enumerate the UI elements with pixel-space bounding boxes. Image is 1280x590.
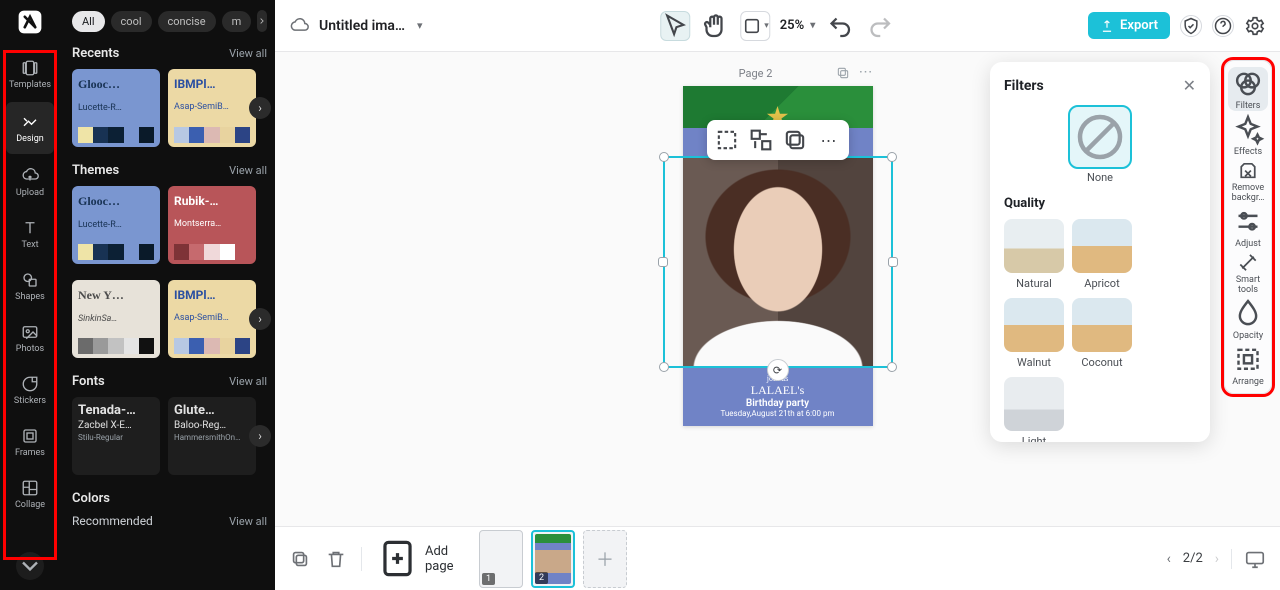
shield-icon[interactable] (1180, 15, 1202, 37)
font-card-2[interactable]: Glute… Baloo-Reg… HammersmithOn… (168, 397, 256, 475)
selected-photo[interactable]: ⟳ (683, 156, 873, 368)
chip-cool[interactable]: cool (111, 11, 152, 32)
filters-panel: Filters ✕ None Quality Natural Apricot W… (990, 62, 1210, 442)
app-logo[interactable] (16, 8, 44, 36)
theme-card-1[interactable]: Glooc… Lucette-R… (72, 186, 160, 264)
theme-card-4[interactable]: IBMPl… Asap-SemiB… (168, 280, 256, 358)
recent-card-2[interactable]: IBMPl… Asap-SemiB… (168, 69, 256, 147)
main-area: Untitled ima… ▾ ▾ 25%▾ Export (275, 0, 1280, 590)
page-prev[interactable]: ‹ (1167, 551, 1171, 567)
doc-title[interactable]: Untitled ima… (319, 18, 405, 34)
page-label: Page 2 (739, 67, 773, 80)
recents-next[interactable]: › (249, 97, 271, 119)
cloud-sync-icon[interactable] (289, 16, 309, 36)
undo-button[interactable] (825, 11, 855, 41)
right-rail: Filters Effects Remove backgr… Adjust Sm… (1224, 60, 1272, 394)
chip-more-truncated[interactable]: m (222, 11, 252, 32)
recents-title: Recents (72, 46, 119, 61)
zoom-control[interactable]: 25%▾ (780, 18, 815, 33)
page-indicator: 2/2 (1183, 551, 1203, 566)
ctx-more[interactable]: ⋯ (815, 126, 843, 154)
page-duplicate-icon[interactable] (836, 64, 850, 82)
ctx-replace[interactable] (747, 126, 775, 154)
page-more-icon[interactable]: ⋯ (858, 64, 872, 82)
filter-none[interactable]: None (1004, 107, 1196, 184)
bb-delete[interactable] (325, 548, 347, 570)
design-panel: All cool concise m Recents View all Gloo… (60, 0, 275, 590)
fonts-title: Fonts (72, 374, 105, 389)
recent-card-1[interactable]: Glooc… Lucette-R… (72, 69, 160, 147)
page-next[interactable]: › (1215, 551, 1219, 567)
resize-handle-bl[interactable] (659, 362, 669, 372)
rotate-handle[interactable]: ⟳ (767, 359, 789, 381)
resize-handle-tl[interactable] (659, 152, 669, 162)
page-thumb-1[interactable]: 1 (479, 530, 523, 588)
style-chips: All cool concise m (72, 10, 267, 32)
title-dropdown-icon[interactable]: ▾ (417, 19, 423, 32)
select-tool[interactable] (660, 11, 690, 41)
present-icon[interactable] (1244, 548, 1266, 570)
help-icon[interactable] (1212, 15, 1234, 37)
chip-all[interactable]: All (72, 11, 105, 32)
redo-button[interactable] (865, 11, 895, 41)
chip-overflow[interactable] (257, 10, 267, 32)
themes-next[interactable]: › (249, 308, 271, 330)
filter-apricot[interactable]: Apricot (1072, 219, 1132, 290)
themes-title: Themes (72, 163, 119, 178)
theme-card-2[interactable]: Rubik-… Montserra… (168, 186, 256, 264)
filter-coconut[interactable]: Coconut (1072, 298, 1132, 369)
quality-title: Quality (1004, 196, 1196, 211)
colors-viewall[interactable]: View all (229, 515, 267, 528)
font-card-1[interactable]: Tenada-… Zacbel X-E… Stilu-Regular (72, 397, 160, 475)
recommended-title: Recommended (72, 514, 153, 528)
export-button[interactable]: Export (1088, 12, 1170, 39)
bottom-bar: Add page 1 2 ＋ ‹ 2/2 › (275, 526, 1280, 590)
bb-duplicate[interactable] (289, 548, 311, 570)
resize-handle-br[interactable] (887, 362, 897, 372)
top-bar: Untitled ima… ▾ ▾ 25%▾ Export (275, 0, 1280, 52)
canvas[interactable]: Page 2 ⋯ BIRTHDAY (275, 52, 1280, 526)
add-page-button[interactable]: Add page (376, 537, 455, 580)
ctx-crop[interactable] (713, 126, 741, 154)
chip-concise[interactable]: concise (158, 11, 216, 32)
page-thumb-add[interactable]: ＋ (583, 530, 627, 588)
recents-viewall[interactable]: View all (229, 47, 267, 60)
filters-title: Filters (1004, 78, 1044, 94)
filter-walnut[interactable]: Walnut (1004, 298, 1064, 369)
tutorial-highlight-right (1221, 57, 1275, 397)
left-rail: Templates Design Upload Text Shapes Phot… (0, 0, 60, 590)
settings-icon[interactable] (1244, 15, 1266, 37)
resize-handle-ml[interactable] (658, 257, 668, 267)
none-icon (1070, 107, 1130, 167)
context-toolbar: ⋯ (707, 120, 849, 160)
hand-tool[interactable] (700, 11, 730, 41)
ctx-copy[interactable] (781, 126, 809, 154)
resize-tool[interactable]: ▾ (740, 11, 770, 41)
filters-close[interactable]: ✕ (1183, 76, 1196, 95)
resize-handle-tr[interactable] (887, 152, 897, 162)
themes-viewall[interactable]: View all (229, 164, 267, 177)
theme-card-3[interactable]: New Y… SinkinSa… (72, 280, 160, 358)
fonts-next[interactable]: › (249, 425, 271, 447)
filter-natural[interactable]: Natural (1004, 219, 1064, 290)
page-thumb-2[interactable]: 2 (531, 530, 575, 588)
filter-light[interactable]: Light (1004, 377, 1064, 442)
tutorial-highlight-left (3, 50, 57, 560)
resize-handle-mr[interactable] (888, 257, 898, 267)
fonts-viewall[interactable]: View all (229, 375, 267, 388)
colors-title: Colors (72, 491, 110, 506)
